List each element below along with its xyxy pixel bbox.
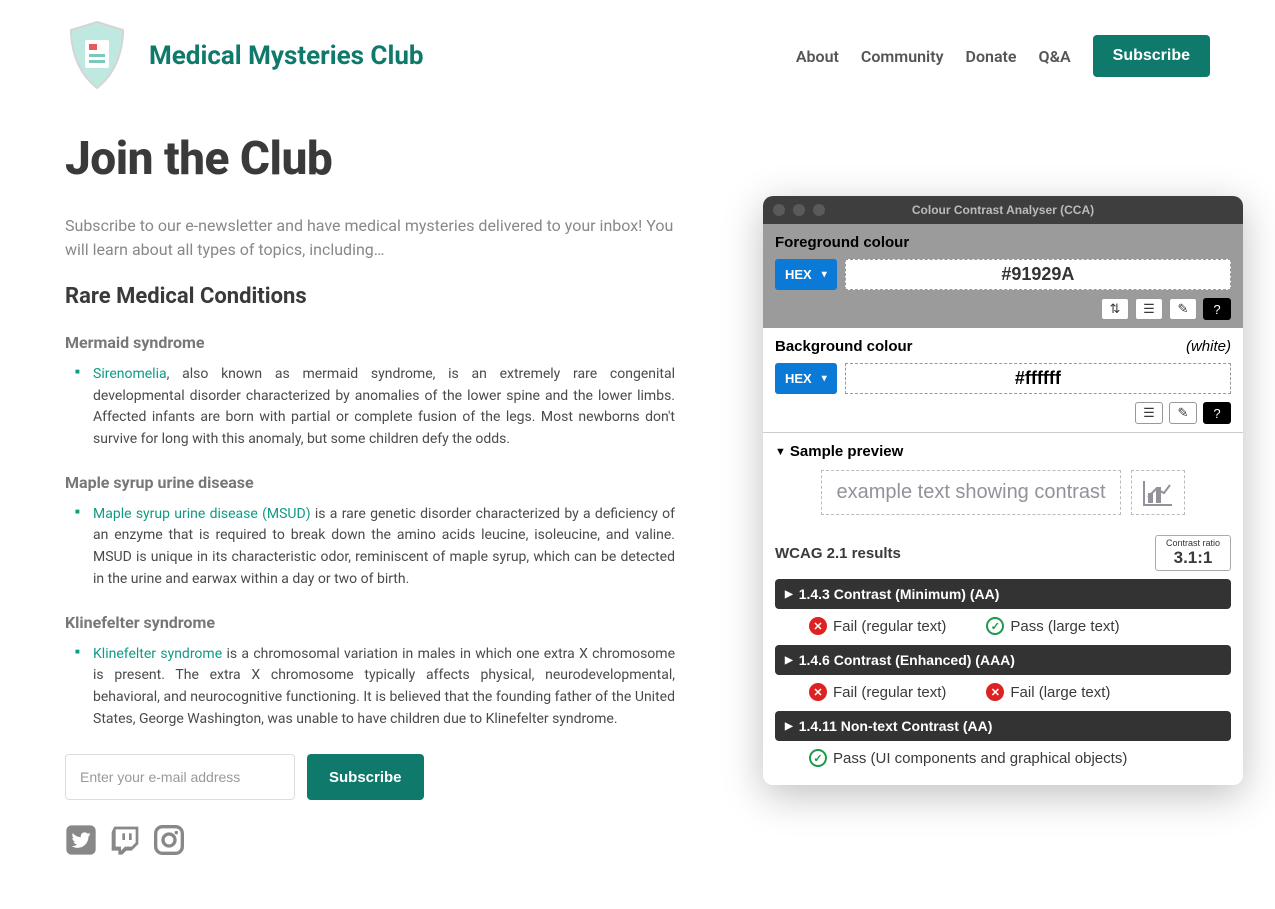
result-pass: Pass (large text) [986, 617, 1119, 635]
main-nav: About Community Donate Q&A Subscribe [796, 35, 1210, 77]
bg-note: (white) [1186, 338, 1231, 355]
contrast-ratio-box: Contrast ratio 3.1:1 [1155, 535, 1231, 571]
condition-mermaid: Mermaid syndrome Sirenomelia, also known… [65, 333, 675, 451]
pass-icon [986, 617, 1004, 635]
criterion-146-results: Fail (regular text) Fail (large text) [775, 675, 1231, 707]
ratio-label: Contrast ratio [1166, 538, 1220, 548]
nav-subscribe-button[interactable]: Subscribe [1093, 35, 1210, 77]
fg-format-select[interactable]: HEX [775, 259, 837, 290]
fail-icon [986, 683, 1004, 701]
fail-icon [809, 617, 827, 635]
email-input[interactable] [65, 754, 295, 800]
result-text: Fail (regular text) [833, 618, 946, 635]
condition-klinefelter: Klinefelter syndrome Klinefelter syndrom… [65, 613, 675, 731]
criterion-1411[interactable]: 1.4.11 Non-text Contrast (AA) [775, 711, 1231, 741]
site-header: Medical Mysteries Club About Community D… [0, 0, 1275, 112]
foreground-label: Foreground colour [775, 234, 1231, 251]
sample-icon-preview [1131, 470, 1185, 515]
intro-text: Subscribe to our e-newsletter and have m… [65, 214, 675, 262]
ratio-value: 3.1:1 [1166, 548, 1220, 568]
result-pass: Pass (UI components and graphical object… [809, 749, 1127, 767]
criterion-1411-results: Pass (UI components and graphical object… [775, 741, 1231, 773]
list-item: Maple syrup urine disease (MSUD) is a ra… [79, 504, 675, 591]
sample-preview-toggle[interactable]: Sample preview [775, 443, 1231, 460]
twitch-icon[interactable] [109, 824, 141, 856]
cca-window: Colour Contrast Analyser (CCA) Foregroun… [763, 196, 1243, 785]
brand: Medical Mysteries Club [65, 20, 424, 92]
result-text: Fail (regular text) [833, 684, 946, 701]
nav-donate[interactable]: Donate [966, 47, 1017, 66]
nav-community[interactable]: Community [861, 47, 944, 66]
wcag-heading: WCAG 2.1 results [775, 545, 901, 562]
brand-title: Medical Mysteries Club [149, 41, 424, 71]
sample-section: Sample preview example text showing cont… [763, 432, 1243, 527]
result-fail: Fail (large text) [986, 683, 1110, 701]
subscribe-button[interactable]: Subscribe [307, 754, 424, 800]
pass-icon [809, 749, 827, 767]
result-text: Fail (large text) [1010, 684, 1110, 701]
condition-text: , also known as mermaid syndrome, is an … [93, 366, 675, 447]
twitter-icon[interactable] [65, 824, 97, 856]
bg-format-select[interactable]: HEX [775, 363, 837, 394]
cca-window-title: Colour Contrast Analyser (CCA) [763, 203, 1243, 217]
criterion-143-results: Fail (regular text) Pass (large text) [775, 609, 1231, 641]
list-item: Klinefelter syndrome is a chromosomal va… [79, 644, 675, 731]
instagram-icon[interactable] [153, 824, 185, 856]
cca-titlebar[interactable]: Colour Contrast Analyser (CCA) [763, 196, 1243, 224]
condition-link[interactable]: Klinefelter syndrome [93, 646, 222, 662]
condition-heading: Maple syrup urine disease [65, 473, 675, 492]
sliders-icon[interactable]: ☰ [1135, 402, 1163, 424]
subscribe-row: Subscribe [65, 754, 675, 800]
condition-maple: Maple syrup urine disease Maple syrup ur… [65, 473, 675, 591]
condition-heading: Klinefelter syndrome [65, 613, 675, 632]
bg-label-text: Background colour [775, 338, 913, 355]
criterion-146[interactable]: 1.4.6 Contrast (Enhanced) (AAA) [775, 645, 1231, 675]
background-section: Background colour (white) HEX #ffffff ☰ ✎… [763, 328, 1243, 432]
fail-icon [809, 683, 827, 701]
nav-qa[interactable]: Q&A [1039, 47, 1071, 66]
chart-icon [1142, 479, 1174, 507]
eyedropper-icon[interactable]: ✎ [1169, 402, 1197, 424]
foreground-section: Foreground colour HEX #91929A ⇅ ☰ ✎ ? [763, 224, 1243, 328]
condition-link[interactable]: Sirenomelia [93, 366, 167, 382]
condition-heading: Mermaid syndrome [65, 333, 675, 352]
logo-shield-icon [65, 20, 129, 92]
result-fail: Fail (regular text) [809, 683, 946, 701]
section-heading: Rare Medical Conditions [65, 284, 675, 309]
swap-icon[interactable]: ⇅ [1101, 298, 1129, 320]
help-icon[interactable]: ? [1203, 402, 1231, 424]
sliders-icon[interactable]: ☰ [1135, 298, 1163, 320]
result-text: Pass (UI components and graphical object… [833, 750, 1127, 767]
background-label: Background colour (white) [775, 338, 1231, 355]
wcag-results: WCAG 2.1 results Contrast ratio 3.1:1 1.… [763, 527, 1243, 785]
nav-about[interactable]: About [796, 47, 839, 66]
result-text: Pass (large text) [1010, 618, 1119, 635]
list-item: Sirenomelia, also known as mermaid syndr… [79, 364, 675, 451]
criterion-143[interactable]: 1.4.3 Contrast (Minimum) (AA) [775, 579, 1231, 609]
social-icons [65, 824, 675, 856]
sample-text-preview: example text showing contrast [821, 470, 1120, 515]
main-content: Join the Club Subscribe to our e-newslet… [0, 112, 740, 856]
result-fail: Fail (regular text) [809, 617, 946, 635]
eyedropper-icon[interactable]: ✎ [1169, 298, 1197, 320]
condition-link[interactable]: Maple syrup urine disease (MSUD) [93, 506, 311, 522]
page-title: Join the Club [65, 132, 675, 186]
help-icon[interactable]: ? [1203, 298, 1231, 320]
bg-color-value[interactable]: #ffffff [845, 363, 1231, 394]
fg-color-value[interactable]: #91929A [845, 259, 1231, 290]
